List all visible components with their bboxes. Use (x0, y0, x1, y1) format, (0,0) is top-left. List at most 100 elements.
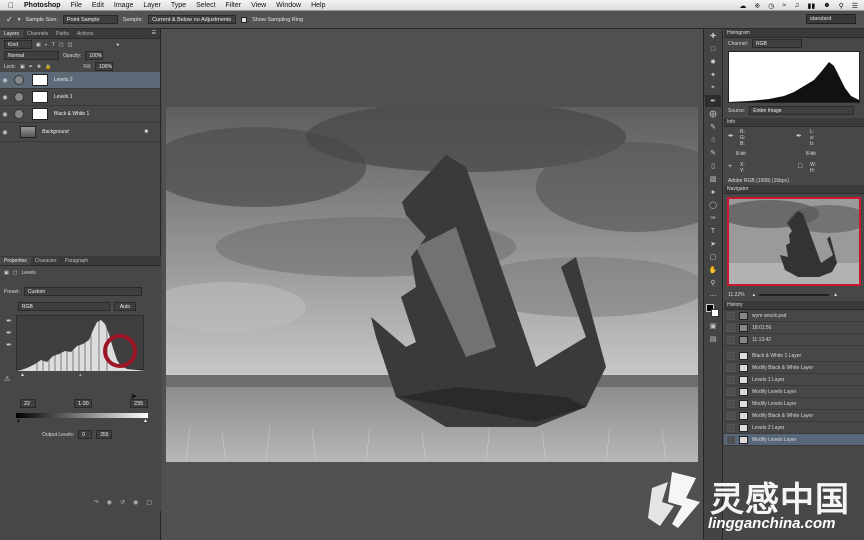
output-slider-track[interactable]: ▲ ▲ (16, 418, 148, 424)
layer-mask-thumbnail[interactable] (32, 108, 48, 120)
show-sampling-ring-checkbox[interactable] (241, 16, 248, 23)
output-black-slider[interactable]: ▲ (16, 418, 21, 424)
tab-character[interactable]: Character (31, 257, 61, 265)
history-brush-source-box[interactable] (727, 423, 735, 432)
output-white-field[interactable]: 255 (96, 430, 113, 439)
background-color-swatch[interactable] (711, 309, 719, 317)
layer-row[interactable]: ◉ Black & White 1 (0, 106, 160, 123)
type-tool-icon[interactable]: T (705, 225, 721, 237)
menu-edit[interactable]: Edit (92, 2, 104, 9)
quick-mask-icon[interactable]: ▣ (705, 320, 721, 332)
levels-adjustment-icon[interactable] (14, 92, 24, 102)
clock-icon[interactable]: ◷ (768, 2, 774, 10)
filter-shape-icon[interactable]: ▢ (59, 42, 64, 48)
path-select-tool-icon[interactable]: ➤ (705, 238, 721, 250)
preset-select[interactable]: Custom (23, 287, 142, 296)
black-point-eyedropper-icon[interactable]: ✒ (6, 317, 12, 325)
quick-select-tool-icon[interactable]: ✦ (705, 69, 721, 81)
tab-paragraph[interactable]: Paragraph (61, 257, 92, 265)
notification-center-icon[interactable]: ☰ (852, 2, 858, 10)
document-image[interactable] (166, 107, 698, 462)
history-step[interactable]: Modify Black & White Layer (724, 410, 864, 422)
apple-menu-icon[interactable]:  (8, 1, 14, 10)
menu-help[interactable]: Help (311, 2, 325, 9)
gamma-input-slider[interactable]: ▲ (78, 372, 83, 378)
eyedropper-tool-icon[interactable]: ✓ (6, 15, 13, 24)
history-step[interactable]: Levels 1 Layer (724, 374, 864, 386)
layer-mask-thumbnail[interactable] (32, 74, 48, 86)
eyedropper-tool-icon[interactable]: ✒ (705, 95, 721, 107)
levels-adjustment-icon[interactable] (14, 75, 24, 85)
history-step[interactable]: Modify Levels Layer (724, 386, 864, 398)
black-input-slider[interactable]: ▲ (20, 372, 25, 378)
menu-window[interactable]: Window (276, 2, 301, 9)
menu-view[interactable]: View (251, 2, 266, 9)
sample-size-select[interactable]: Point Sample (62, 15, 118, 24)
navigator-header[interactable]: Navigator (724, 185, 864, 194)
marquee-tool-icon[interactable]: □ (705, 43, 721, 55)
hand-tool-icon[interactable]: ✋ (705, 264, 721, 276)
view-previous-icon[interactable]: ◉ (107, 499, 112, 506)
filter-adjustment-icon[interactable]: ◐ (45, 42, 48, 48)
move-tool-icon[interactable]: ✚ (705, 30, 721, 42)
clone-stamp-tool-icon[interactable]: ☃ (705, 134, 721, 146)
visibility-eye-icon[interactable]: ◉ (0, 111, 10, 118)
menu-select[interactable]: Select (196, 2, 215, 9)
zoom-slider[interactable] (759, 293, 830, 296)
app-menu[interactable]: Photoshop (24, 2, 61, 9)
history-step[interactable]: Modify Black & White Layer (724, 362, 864, 374)
output-white-slider[interactable]: ▲ (143, 418, 148, 424)
eraser-tool-icon[interactable]: ▯ (705, 160, 721, 172)
workspace-select[interactable]: standard (806, 14, 856, 24)
auto-button[interactable]: Auto (114, 302, 136, 311)
histogram-source-select[interactable]: Entire Image (749, 106, 855, 115)
sample-select[interactable]: Current & Below no Adjustments (148, 15, 237, 24)
history-brush-source-box[interactable] (727, 411, 735, 420)
clip-to-layer-icon[interactable]: ↷ (94, 499, 99, 506)
history-brush-source-box[interactable] (727, 375, 735, 384)
filter-toggle[interactable]: ● (116, 42, 119, 48)
layer-row[interactable]: ◉ Levels 1 (0, 89, 160, 106)
layer-name[interactable]: Levels 2 (54, 77, 73, 83)
volume-icon[interactable]: ♫ (794, 2, 799, 9)
tab-actions[interactable]: Actions (73, 30, 97, 38)
crop-tool-icon[interactable]: ⌖ (705, 82, 721, 94)
menu-type[interactable]: Type (171, 2, 186, 9)
healing-brush-tool-icon[interactable]: ⨁ (705, 108, 721, 120)
gradient-tool-icon[interactable]: ▧ (705, 173, 721, 185)
filter-kind-select[interactable]: Kind (4, 40, 32, 49)
bluetooth-icon[interactable]: ※ (754, 2, 760, 10)
lock-image-icon[interactable]: ✒ (29, 64, 33, 70)
blend-mode-select[interactable]: Normal (4, 51, 59, 60)
history-brush-source-box[interactable] (727, 311, 735, 320)
menu-image[interactable]: Image (114, 2, 133, 9)
creative-cloud-icon[interactable]: ☁ (739, 2, 746, 10)
navigator-zoom-value[interactable]: 11.22% (728, 292, 745, 298)
menu-file[interactable]: File (71, 2, 82, 9)
history-brush-source-box[interactable] (727, 323, 735, 332)
history-header[interactable]: History (724, 301, 864, 310)
panel-menu-icon[interactable]: ☰ (152, 30, 156, 36)
menu-layer[interactable]: Layer (143, 2, 161, 9)
lock-position-icon[interactable]: ✚ (37, 64, 41, 70)
history-brush-source-box[interactable] (727, 399, 735, 408)
history-snapshot[interactable]: 18:01:56 (724, 322, 864, 334)
navigator-preview[interactable] (727, 197, 861, 286)
channel-select[interactable]: RGB (18, 302, 110, 311)
reset-icon[interactable]: ↺ (120, 499, 125, 506)
fill-input[interactable]: 100% (95, 62, 114, 71)
history-brush-source-box[interactable] (727, 435, 735, 444)
shape-tool-icon[interactable]: ▢ (705, 251, 721, 263)
zoom-out-icon[interactable]: ▴ (753, 292, 756, 298)
history-brush-tool-icon[interactable]: ✎ (705, 147, 721, 159)
filter-pixel-icon[interactable]: ▣ (36, 42, 41, 48)
wifi-icon[interactable]: ≈ (782, 2, 786, 9)
layer-mask-thumbnail[interactable] (32, 91, 48, 103)
opacity-input[interactable]: 100% (85, 51, 104, 60)
info-header[interactable]: Info (724, 118, 864, 127)
output-black-field[interactable]: 0 (78, 430, 93, 439)
color-swatches[interactable] (705, 303, 721, 319)
history-brush-source-box[interactable] (727, 363, 735, 372)
screen-mode-icon[interactable]: ▤ (705, 333, 721, 345)
layer-name[interactable]: Background (42, 129, 69, 135)
